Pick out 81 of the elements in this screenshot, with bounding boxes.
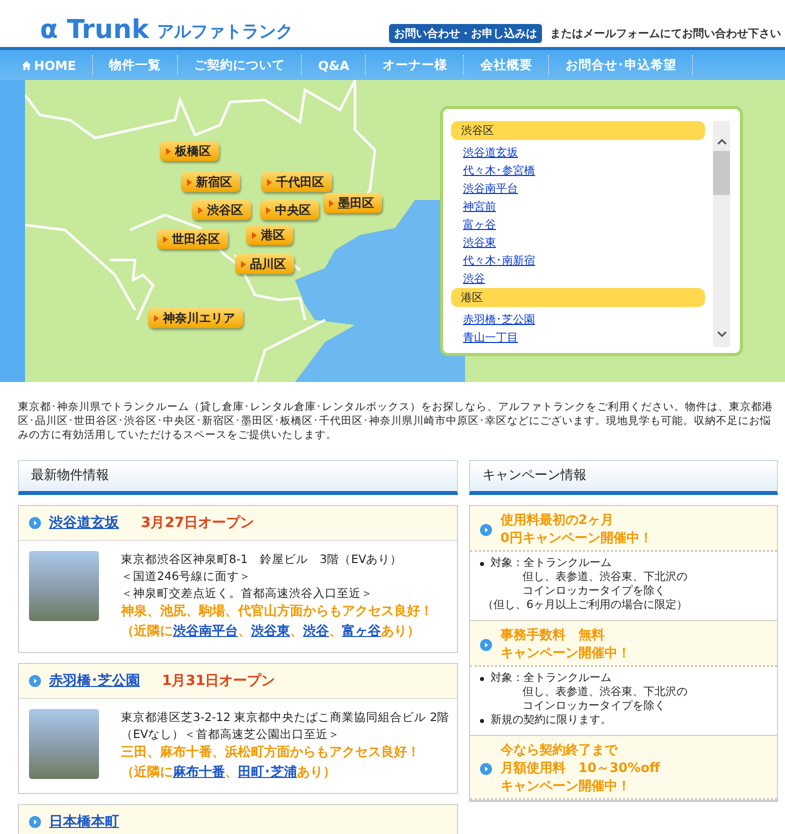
nearby-text: あり） bbox=[297, 765, 336, 780]
scroll-up-icon[interactable] bbox=[716, 139, 726, 145]
bullet-icon bbox=[480, 677, 484, 681]
area-link[interactable]: 渋谷南平台 bbox=[451, 180, 705, 198]
area-link[interactable]: 代々木･参宮橋 bbox=[451, 162, 705, 180]
access-text: 神泉、池尻、駒場、代官山方面からもアクセス良好！ bbox=[121, 602, 433, 621]
area-button[interactable]: 千代田区 bbox=[261, 172, 332, 192]
triangle-arrow-icon bbox=[329, 200, 334, 206]
listing-link[interactable]: 日本橋本町 bbox=[49, 813, 119, 831]
photo-placeholder bbox=[29, 551, 99, 621]
triangle-arrow-icon bbox=[241, 260, 246, 268]
section-header: 最新物件情報 bbox=[18, 460, 458, 495]
triangle-arrow-icon bbox=[267, 178, 272, 186]
address-text: 東京都渋谷区神泉町8-1 鈴屋ビル 3階（EVあり） bbox=[121, 551, 404, 568]
campaign-title: 今なら契約終了まで 月額使用料 10～30%off キャンペーン開催中！ bbox=[500, 742, 660, 796]
area-link[interactable]: 青山一丁目 bbox=[451, 329, 705, 347]
separator-text: 、 bbox=[329, 624, 342, 639]
separator-text: 、 bbox=[225, 765, 238, 780]
campaign-text: 新規の契約に限ります。 bbox=[490, 713, 612, 727]
area-link[interactable]: 渋谷道玄坂 bbox=[451, 144, 705, 162]
opening-date: 3月27日オープン bbox=[141, 514, 254, 532]
area-button[interactable]: 中央区 bbox=[260, 200, 319, 220]
address-text: 東京都港区芝3-2-12 東京都中央たばこ商業協同組合ビル 2階（EVなし）＜首都高速芝公園出口至近＞ bbox=[121, 709, 450, 743]
separator-text: 、 bbox=[290, 624, 303, 639]
area-link[interactable]: 渋谷東 bbox=[451, 234, 705, 252]
campaign-title: 事務手数料 無料 キャンペーン開催中！ bbox=[500, 627, 630, 663]
area-button[interactable]: 港区 bbox=[246, 225, 293, 245]
access-text: 三田、麻布十番、浜松町方面からもアクセス良好！ bbox=[121, 744, 421, 762]
triangle-arrow-icon bbox=[166, 148, 171, 154]
triangle-arrow-icon bbox=[163, 236, 168, 242]
area-link[interactable]: 代々木･南新宿 bbox=[451, 252, 705, 270]
area-button[interactable]: 渋谷区 bbox=[192, 200, 251, 220]
campaign-text: （但し、6ヶ月以上ご利用の場合に限定） bbox=[482, 598, 688, 612]
nearby-link[interactable]: 渋谷東 bbox=[251, 624, 290, 639]
area-link[interactable]: 赤羽橋･芝公園 bbox=[451, 311, 705, 329]
nearby-link[interactable]: 田町･芝浦 bbox=[238, 765, 297, 780]
scrollbar[interactable] bbox=[713, 121, 730, 347]
nearby-link[interactable]: 渋谷 bbox=[303, 624, 329, 639]
bullet-icon bbox=[480, 719, 484, 723]
nearby-text: あり） bbox=[381, 624, 420, 639]
logo-kana-text: アルファトランク bbox=[156, 21, 293, 43]
area-heading: 渋谷区 bbox=[451, 121, 705, 140]
separator-text: 、 bbox=[238, 624, 251, 639]
intro-paragraph: 東京都･神奈川県でトランクルーム（貸し倉庫･レンタル倉庫･レンタルボックス）をお探しなら、アルファトランクをご利用ください。物件は、東京都港区･品川区･世田谷区･渋谷区･中央区･新宿区･墨田区･板橋区･千代田区･神奈川県川崎市中原区･幸区などにございます。現地見学も可能。収納不足にお悩みの方に有効活用していただけるスペースをご提供いたします。 bbox=[18, 400, 773, 443]
nearby-text: （近隣に bbox=[121, 765, 173, 780]
address-text: ＜神泉町交差点近く。首都高速渋谷入口至近＞ bbox=[121, 585, 374, 602]
opening-date: 1月31日オープン bbox=[162, 672, 276, 690]
contact-badge: お問い合わせ・お申し込みは bbox=[389, 24, 542, 43]
area-link[interactable]: 渋谷 bbox=[451, 270, 705, 288]
area-link[interactable]: 神宮前 bbox=[451, 198, 705, 216]
campaign-title: 使用料最初の2ヶ月 0円キャンペーン開催中！ bbox=[500, 512, 652, 548]
nearby-link[interactable]: 富ヶ谷 bbox=[342, 624, 381, 639]
area-button[interactable]: 神奈川エリア bbox=[148, 308, 243, 328]
area-button[interactable]: 品川区 bbox=[235, 254, 294, 274]
address-text: ＜国道246号線に面す＞ bbox=[121, 568, 252, 585]
listing-link[interactable]: 赤羽橋･芝公園 bbox=[49, 672, 140, 690]
section-header: キャンペーン情報 bbox=[469, 460, 778, 495]
triangle-arrow-icon bbox=[154, 314, 159, 322]
campaign-text: 対象：全トランクルーム 但し、表参道、渋谷東、下北沢の コインロッカータイプを除く bbox=[490, 671, 688, 713]
logo-text[interactable]: α Trunk bbox=[40, 17, 149, 43]
triangle-arrow-icon bbox=[252, 232, 257, 238]
contact-note: またはメールフォームにてお問い合わせ下さい bbox=[550, 26, 781, 41]
nearby-link[interactable]: 麻布十番 bbox=[173, 765, 225, 780]
triangle-arrow-icon bbox=[266, 206, 271, 214]
area-link[interactable]: 富ヶ谷 bbox=[451, 216, 705, 234]
nearby-text: （近隣に bbox=[121, 624, 173, 639]
photo-placeholder bbox=[29, 709, 99, 779]
scrollbar-thumb[interactable] bbox=[713, 151, 730, 195]
campaign-text: 対象：全トランクルーム 但し、表参道、渋谷東、下北沢の コインロッカータイプを除く bbox=[490, 556, 688, 598]
area-button[interactable]: 墨田区 bbox=[323, 193, 382, 213]
area-button[interactable]: 板橋区 bbox=[160, 141, 219, 161]
area-heading: 港区 bbox=[451, 288, 705, 307]
nearby-link[interactable]: 渋谷南平台 bbox=[173, 624, 238, 639]
triangle-arrow-icon bbox=[187, 178, 192, 186]
area-button[interactable]: 世田谷区 bbox=[157, 229, 228, 249]
home-icon bbox=[22, 60, 31, 70]
area-button[interactable]: 新宿区 bbox=[181, 172, 240, 192]
bullet-icon bbox=[480, 562, 484, 566]
scroll-down-icon[interactable] bbox=[716, 331, 726, 337]
triangle-arrow-icon bbox=[198, 206, 203, 214]
listing-link[interactable]: 渋谷道玄坂 bbox=[49, 514, 119, 532]
